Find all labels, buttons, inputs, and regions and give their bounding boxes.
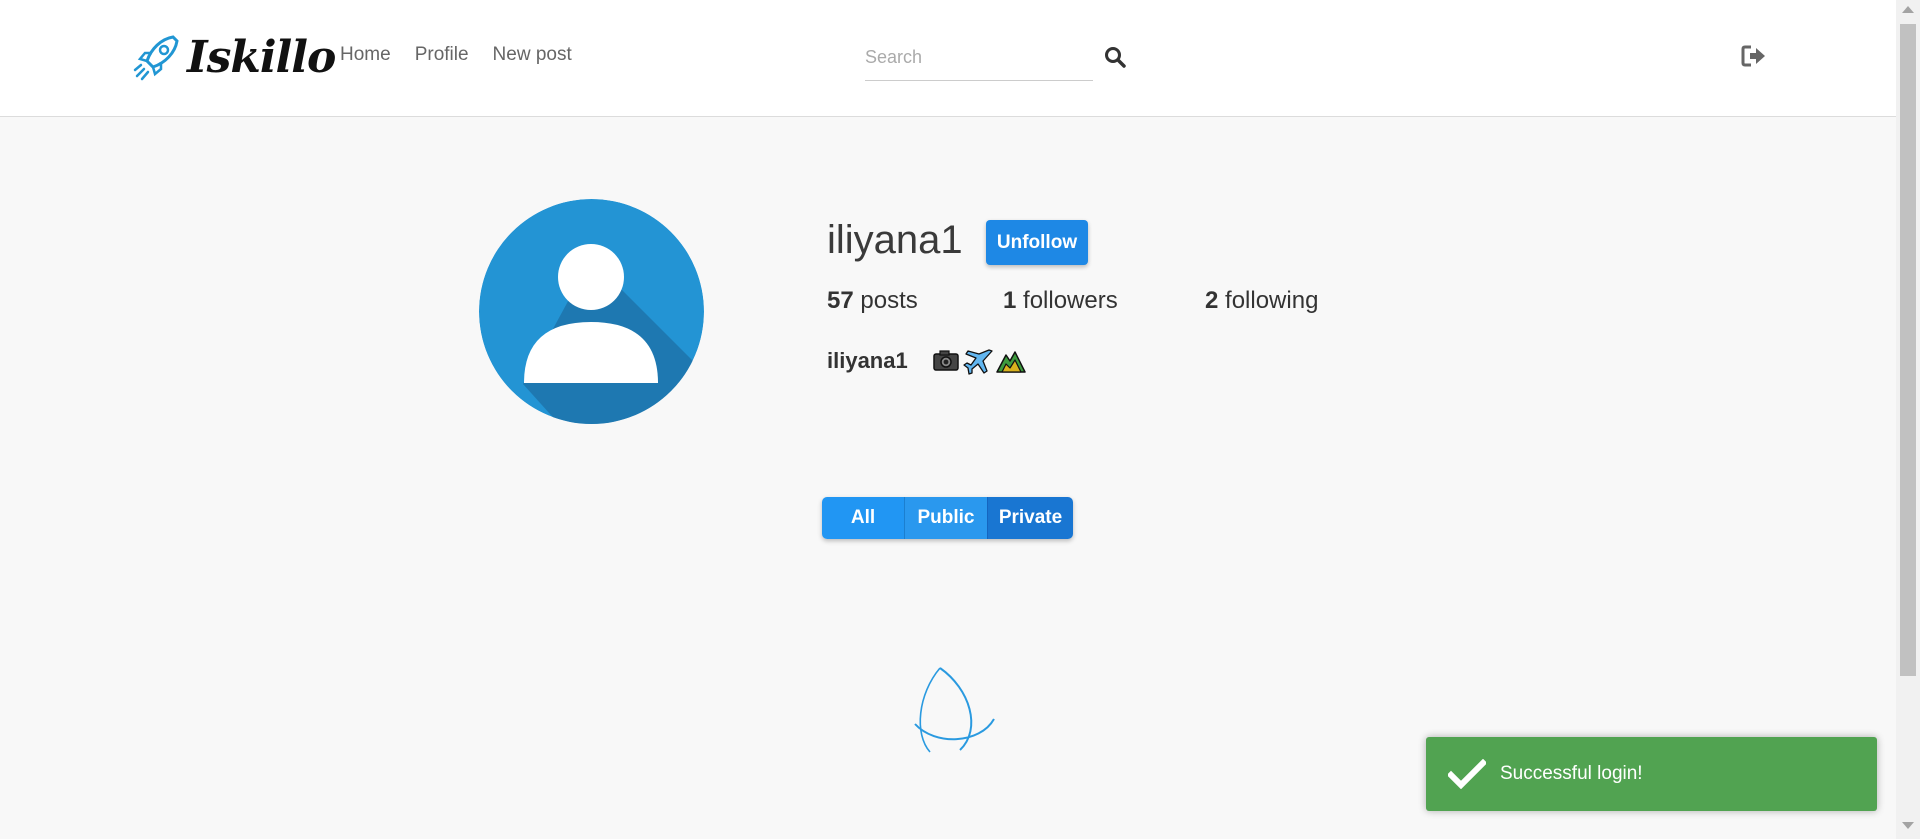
scroll-thumb[interactable] (1900, 24, 1916, 676)
filter-public-button[interactable]: Public (904, 497, 987, 539)
bio-emojis (932, 347, 1026, 375)
scroll-down-arrow-icon[interactable] (1902, 822, 1914, 829)
sign-out-icon[interactable] (1741, 44, 1767, 73)
rocket-icon (133, 34, 179, 80)
followers-count-label: followers (1023, 287, 1118, 314)
checkmark-icon (1448, 759, 1486, 789)
nav-profile-link[interactable]: Profile (415, 44, 469, 66)
page-scrollbar[interactable] (1896, 0, 1920, 839)
search-input[interactable] (865, 40, 1085, 74)
bio-display-name: iliyana1 (827, 348, 908, 373)
profile-username: iliyana1 (827, 218, 963, 262)
loading-spinner-icon (910, 664, 1000, 765)
mountain-emoji-icon (996, 351, 1026, 373)
filter-all-button[interactable]: All (822, 497, 904, 539)
posts-count: 57 posts (827, 287, 918, 315)
nav-home-link[interactable]: Home (340, 44, 391, 66)
search-box (865, 40, 1093, 81)
following-count[interactable]: 2 following (1205, 287, 1318, 315)
profile-avatar (479, 199, 704, 424)
main-nav: Home Profile New post (340, 44, 572, 66)
toast-message: Successful login! (1500, 763, 1643, 784)
posts-count-label: posts (860, 287, 918, 314)
filter-private-button[interactable]: Private (987, 497, 1073, 539)
camera-emoji-icon (933, 350, 959, 371)
unfollow-button[interactable]: Unfollow (986, 220, 1088, 265)
airplane-emoji-icon (963, 349, 993, 375)
following-count-value: 2 (1205, 287, 1219, 314)
post-filter-group: All Public Private (822, 497, 1073, 539)
scroll-up-arrow-icon[interactable] (1902, 6, 1914, 13)
brand-logo[interactable]: Iskillo (133, 32, 336, 83)
nav-new-post-link[interactable]: New post (493, 44, 572, 66)
posts-count-value: 57 (827, 287, 854, 314)
search-icon[interactable] (1104, 46, 1126, 73)
following-count-label: following (1225, 287, 1319, 314)
success-toast[interactable]: Successful login! (1426, 737, 1877, 811)
followers-count[interactable]: 1 followers (1003, 287, 1118, 315)
top-navbar: Iskillo Home Profile New post (0, 0, 1896, 117)
followers-count-value: 1 (1003, 287, 1017, 314)
brand-name: Iskillo (187, 32, 336, 83)
